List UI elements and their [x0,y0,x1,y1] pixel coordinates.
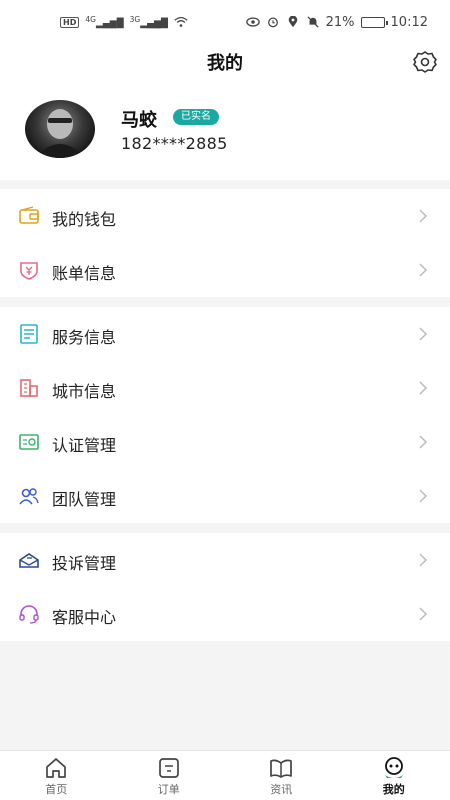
chevron-right-icon [419,435,428,449]
menu-item-label: 认证管理 [52,436,117,455]
chevron-right-icon [419,327,428,341]
avatar-portrait-icon [35,109,85,158]
battery-percent: 21% [325,14,355,30]
profile-icon [384,757,403,778]
chevron-right-icon [419,263,428,277]
menu-item-team[interactable]: 团队管理 [0,469,450,523]
tab-label: 订单 [157,783,180,796]
menu-item-city[interactable]: 城市信息 [0,361,450,415]
signal-3g: 3G▂▄▆█ [129,15,168,29]
profile-card[interactable]: 马蛟 已实名 182****2885 [0,80,450,180]
user-phone: 182****2885 [121,134,228,153]
gear-icon[interactable] [412,49,438,75]
bill-shield-icon [20,262,38,280]
verified-badge: 已实名 [173,109,219,125]
menu-item-label: 账单信息 [52,264,117,283]
menu-item-label: 客服中心 [52,608,117,627]
hd-badge: HD [60,16,80,28]
bottom-tab-bar: 首页 订单 资讯 我的 [0,750,450,800]
menu-item-service[interactable]: 服务信息 [0,307,450,361]
team-icon [19,488,39,505]
tab-label: 资讯 [270,783,293,796]
tab-profile[interactable]: 我的 [338,751,450,800]
status-left: HD 4G▂▄▆█ 3G▂▄▆█ [60,15,188,29]
menu-group-finance: 我的钱包 账单信息 [0,189,450,297]
menu-item-complaints[interactable]: 投诉管理 [0,533,450,587]
mute-bell-icon [307,16,319,28]
menu-item-label: 团队管理 [52,490,117,509]
status-bar: HD 4G▂▄▆█ 3G▂▄▆█ 21% 10:12 [0,0,450,44]
status-right: 21% 10:12 [245,14,428,30]
wallet-icon [19,206,39,224]
chevron-right-icon [419,489,428,503]
location-icon [288,16,297,28]
chevron-right-icon [419,209,428,223]
wifi-icon [174,16,188,27]
avatar[interactable] [25,100,95,158]
menu-item-wallet[interactable]: 我的钱包 [0,189,450,243]
headset-icon [19,605,39,624]
menu-group-management: 服务信息 城市信息 认证管理 团队管理 [0,307,450,523]
home-icon [46,758,67,778]
eye-icon [245,17,260,27]
menu-item-customer-service[interactable]: 客服中心 [0,587,450,641]
news-book-icon [270,759,293,778]
page-title: 我的 [207,53,243,74]
order-icon [158,758,179,778]
menu-item-certification[interactable]: 认证管理 [0,415,450,469]
page-header: 我的 [0,44,450,80]
chevron-right-icon [419,381,428,395]
clock: 10:12 [390,14,428,30]
tab-orders[interactable]: 订单 [113,751,226,800]
menu-item-label: 服务信息 [52,328,117,347]
menu-item-label: 投诉管理 [52,554,117,573]
menu-item-label: 城市信息 [52,382,117,401]
menu-group-support: 投诉管理 客服中心 [0,533,450,641]
complaint-envelope-icon [19,553,39,568]
tab-label: 我的 [382,783,405,796]
tab-label: 首页 [45,783,68,796]
building-icon [20,379,38,397]
signal-4g: 4G▂▄▆█ [85,15,124,29]
tab-news[interactable]: 资讯 [225,751,338,800]
menu-item-label: 我的钱包 [52,210,117,229]
chevron-right-icon [419,607,428,621]
menu-item-bills[interactable]: 账单信息 [0,243,450,297]
tab-home[interactable]: 首页 [0,751,113,800]
battery-icon [360,16,388,28]
certificate-icon [19,434,39,450]
alarm-icon [267,17,278,28]
chevron-right-icon [419,553,428,567]
user-name: 马蛟 [121,110,157,131]
receipt-icon [20,324,38,344]
